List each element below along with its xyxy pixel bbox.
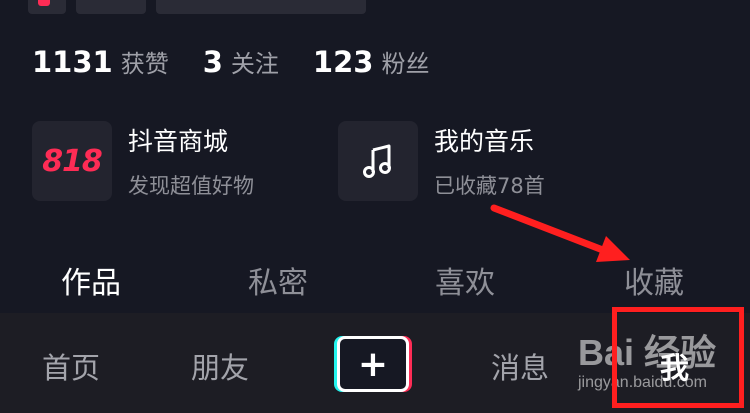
annotation-highlight-box bbox=[612, 307, 744, 408]
